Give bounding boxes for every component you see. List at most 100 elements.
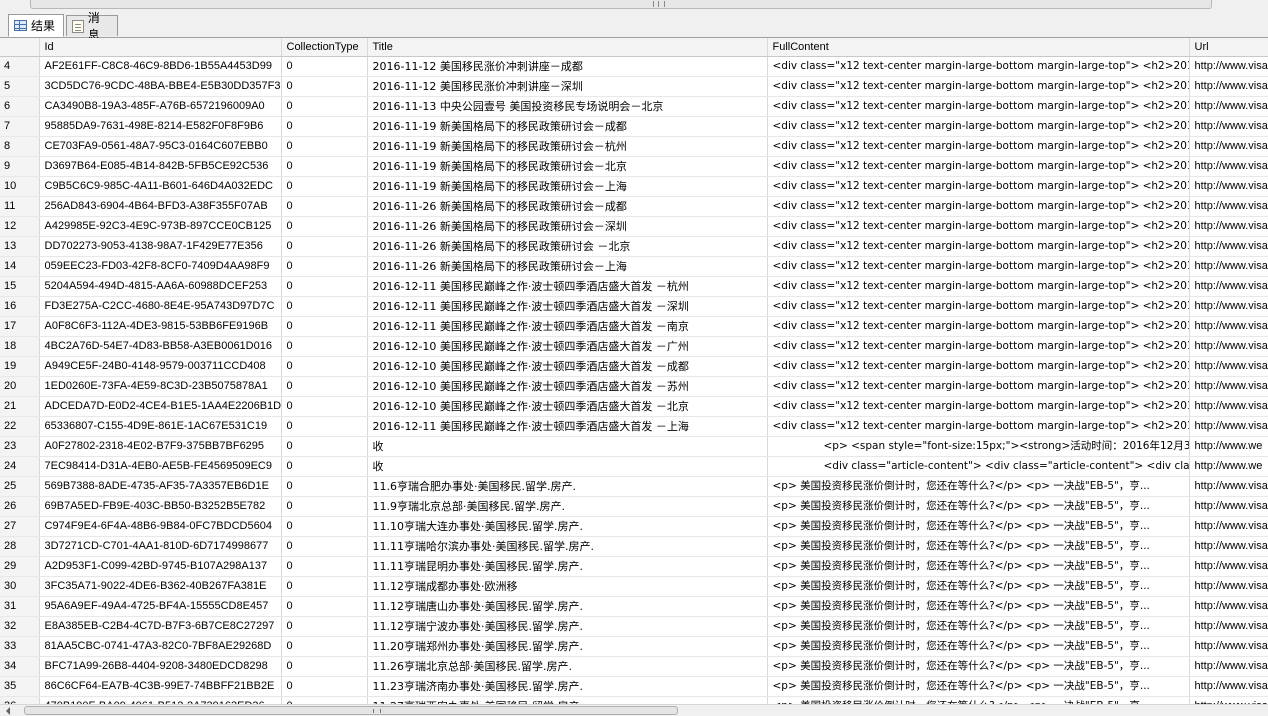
- full-content-cell[interactable]: <div class="x12 text-center margin-large…: [767, 196, 1190, 217]
- url-cell[interactable]: http://www.visa: [1189, 56, 1268, 77]
- title-cell[interactable]: 11.11亨瑞哈尔滨办事处·美国移民.留学.房产.: [367, 536, 768, 557]
- url-cell[interactable]: http://www.visa: [1189, 536, 1268, 557]
- id-cell[interactable]: A949CE5F-24B0-4148-9579-003711CCD408: [39, 356, 282, 377]
- table-row[interactable]: 24 7EC98414-D31A-4EB0-AE5B-FE4569509EC9 0 收…: [0, 456, 1268, 477]
- table-row[interactable]: 17 A0F8C6F3-112A-4DE3-9815-53BB6FE9196B 0 2…: [0, 316, 1268, 337]
- collection-type-cell[interactable]: 0: [281, 436, 368, 457]
- title-cell[interactable]: 2016-12-10 美国移民巅峰之作·波士顿四季酒店盛大首发 －苏州: [367, 376, 768, 397]
- full-content-cell[interactable]: <p> 美国投资移民涨价倒计时，您还在等什么?</p> <p> 一决战"EB-5…: [767, 496, 1190, 517]
- full-content-cell[interactable]: <div class="x12 text-center margin-large…: [767, 76, 1190, 97]
- collection-type-cell[interactable]: 0: [281, 136, 368, 157]
- url-cell[interactable]: http://www.visa: [1189, 696, 1268, 704]
- collection-type-cell[interactable]: 0: [281, 496, 368, 517]
- row-number-cell[interactable]: 36: [0, 696, 40, 704]
- full-content-cell[interactable]: <div class="article-content"> <div class…: [767, 456, 1190, 477]
- table-row[interactable]: 15 5204A594-494D-4815-AA6A-60988DCEF253 0 2…: [0, 276, 1268, 297]
- table-row[interactable]: 31 95A6A9EF-49A4-4725-BF4A-15555CD8E457 0 1…: [0, 596, 1268, 617]
- url-cell[interactable]: http://www.visa: [1189, 396, 1268, 417]
- full-content-cell[interactable]: <div class="x12 text-center margin-large…: [767, 176, 1190, 197]
- table-row[interactable]: 6 CA3490B8-19A3-485F-A76B-6572196009A0 0 20…: [0, 96, 1268, 117]
- collection-type-cell[interactable]: 0: [281, 216, 368, 237]
- id-cell[interactable]: 059EEC23-FD03-42F8-8CF0-7409D4AA98F9: [39, 256, 282, 277]
- title-cell[interactable]: 2016-12-11 美国移民巅峰之作·波士顿四季酒店盛大首发 －南京: [367, 316, 768, 337]
- full-content-cell[interactable]: <div class="x12 text-center margin-large…: [767, 156, 1190, 177]
- url-cell[interactable]: http://www.visa: [1189, 276, 1268, 297]
- title-cell[interactable]: 2016-12-11 美国移民巅峰之作·波士顿四季酒店盛大首发 －深圳: [367, 296, 768, 317]
- title-cell[interactable]: 2016-11-19 新美国格局下的移民政策研讨会－杭州: [367, 136, 768, 157]
- title-cell[interactable]: 2016-12-10 美国移民巅峰之作·波士顿四季酒店盛大首发 －北京: [367, 396, 768, 417]
- row-number-cell[interactable]: 19: [0, 356, 40, 377]
- scrollbar-thumb[interactable]: [24, 706, 678, 715]
- full-content-cell[interactable]: <p> 美国投资移民涨价倒计时，您还在等什么?</p> <p> 一决战"EB-5…: [767, 656, 1190, 677]
- table-row[interactable]: 27 C974F9E4-6F4A-48B6-9B84-0FC7BDCD5604 0 1…: [0, 516, 1268, 537]
- column-header-url[interactable]: Url: [1189, 38, 1268, 57]
- collection-type-cell[interactable]: 0: [281, 156, 368, 177]
- table-row[interactable]: 22 65336807-C155-4D9E-861E-1AC67E531C19 0 2…: [0, 416, 1268, 437]
- table-row[interactable]: 19 A949CE5F-24B0-4148-9579-003711CCD408 0 2…: [0, 356, 1268, 377]
- row-number-cell[interactable]: 18: [0, 336, 40, 357]
- row-number-cell[interactable]: 35: [0, 676, 40, 697]
- id-cell[interactable]: FD3E275A-C2CC-4680-8E4E-95A743D97D7C: [39, 296, 282, 317]
- id-cell[interactable]: 256AD843-6904-4B64-BFD3-A38F355F07AB: [39, 196, 282, 217]
- results-grid[interactable]: Id CollectionType Title FullContent Url …: [0, 38, 1268, 704]
- row-number-cell[interactable]: 22: [0, 416, 40, 437]
- title-cell[interactable]: 11.26亨瑞北京总部·美国移民.留学.房产.: [367, 656, 768, 677]
- scroll-left-arrow-icon[interactable]: [6, 707, 10, 715]
- id-cell[interactable]: 3FC35A71-9022-4DE6-B362-40B267FA381E: [39, 576, 282, 597]
- url-cell[interactable]: http://www.visa: [1189, 316, 1268, 337]
- id-cell[interactable]: 4BC2A76D-54E7-4D83-BB58-A3EB0061D016: [39, 336, 282, 357]
- table-row[interactable]: 30 3FC35A71-9022-4DE6-B362-40B267FA381E 0 1…: [0, 576, 1268, 597]
- row-number-cell[interactable]: 13: [0, 236, 40, 257]
- id-cell[interactable]: 3D7271CD-C701-4AA1-810D-6D7174998677: [39, 536, 282, 557]
- id-cell[interactable]: D3697B64-E085-4B14-842B-5FB5CE92C536: [39, 156, 282, 177]
- url-cell[interactable]: http://www.we: [1189, 456, 1268, 477]
- id-cell[interactable]: 95A6A9EF-49A4-4725-BF4A-15555CD8E457: [39, 596, 282, 617]
- row-number-cell[interactable]: 33: [0, 636, 40, 657]
- url-cell[interactable]: http://www.visa: [1189, 96, 1268, 117]
- id-cell[interactable]: E8A385EB-C2B4-4C7D-B7F3-6B7CE8C27297: [39, 616, 282, 637]
- table-row[interactable]: 28 3D7271CD-C701-4AA1-810D-6D7174998677 0 1…: [0, 536, 1268, 557]
- title-cell[interactable]: 11.20亨瑞郑州办事处·美国移民.留学.房产.: [367, 636, 768, 657]
- row-number-cell[interactable]: 25: [0, 476, 40, 497]
- full-content-cell[interactable]: <p> <span style="font-size:15px;"><stron…: [767, 436, 1190, 457]
- collection-type-cell[interactable]: 0: [281, 276, 368, 297]
- full-content-cell[interactable]: <div class="x12 text-center margin-large…: [767, 236, 1190, 257]
- collection-type-cell[interactable]: 0: [281, 596, 368, 617]
- title-cell[interactable]: 11.23亨瑞济南办事处·美国移民.留学.房产.: [367, 676, 768, 697]
- collection-type-cell[interactable]: 0: [281, 296, 368, 317]
- full-content-cell[interactable]: <p> 美国投资移民涨价倒计时，您还在等什么?</p> <p> 一决战"EB-5…: [767, 636, 1190, 657]
- url-cell[interactable]: http://www.visa: [1189, 76, 1268, 97]
- table-row[interactable]: 34 BFC71A99-26B8-4404-9208-3480EDCD8298 0 1…: [0, 656, 1268, 677]
- id-cell[interactable]: A2D953F1-C099-42BD-9745-B107A298A137: [39, 556, 282, 577]
- url-cell[interactable]: http://www.visa: [1189, 476, 1268, 497]
- table-row[interactable]: 33 81AA5CBC-0741-47A3-82C0-7BF8AE29268D 0 1…: [0, 636, 1268, 657]
- title-cell[interactable]: 11.11亨瑞昆明办事处·美国移民.留学.房产.: [367, 556, 768, 577]
- table-row[interactable]: 35 86C6CF64-EA7B-4C3B-99E7-74BBFF21BB2E 0 1…: [0, 676, 1268, 697]
- row-number-cell[interactable]: 16: [0, 296, 40, 317]
- id-cell[interactable]: C974F9E4-6F4A-48B6-9B84-0FC7BDCD5604: [39, 516, 282, 537]
- collection-type-cell[interactable]: 0: [281, 696, 368, 704]
- id-cell[interactable]: BFC71A99-26B8-4404-9208-3480EDCD8298: [39, 656, 282, 677]
- row-number-cell[interactable]: 14: [0, 256, 40, 277]
- table-row[interactable]: 7 95885DA9-7631-498E-8214-E582F0F8F9B6 0 20…: [0, 116, 1268, 137]
- full-content-cell[interactable]: <p> 美国投资移民涨价倒计时，您还在等什么?</p> <p> 一决战"EB-5…: [767, 616, 1190, 637]
- row-number-cell[interactable]: 6: [0, 96, 40, 117]
- column-header-title[interactable]: Title: [367, 38, 768, 57]
- table-row[interactable]: 8 CE703FA9-0561-48A7-95C3-0164C607EBB0 0 20…: [0, 136, 1268, 157]
- column-header-id[interactable]: Id: [39, 38, 282, 57]
- full-content-cell[interactable]: <div class="x12 text-center margin-large…: [767, 256, 1190, 277]
- collection-type-cell[interactable]: 0: [281, 616, 368, 637]
- row-number-cell[interactable]: 9: [0, 156, 40, 177]
- full-content-cell[interactable]: <p> 美国投资移民涨价倒计时，您还在等什么?</p> <p> 一决战"EB-5…: [767, 516, 1190, 537]
- url-cell[interactable]: http://www.visa: [1189, 636, 1268, 657]
- collection-type-cell[interactable]: 0: [281, 76, 368, 97]
- table-row[interactable]: 20 1ED0260E-73FA-4E59-8C3D-23B5075878A1 0 2…: [0, 376, 1268, 397]
- id-cell[interactable]: C9B5C6C9-985C-4A11-B601-646D4A032EDC: [39, 176, 282, 197]
- title-cell[interactable]: 2016-11-26 新美国格局下的移民政策研讨会－上海: [367, 256, 768, 277]
- row-number-cell[interactable]: 31: [0, 596, 40, 617]
- table-row[interactable]: 4 AF2E61FF-C8C8-46C9-8BD6-1B55A4453D99 0 20…: [0, 56, 1268, 77]
- row-number-cell[interactable]: 21: [0, 396, 40, 417]
- table-row[interactable]: 36470B190F-BA09-4061-B512-2A739163ED3601…: [0, 696, 1268, 704]
- title-cell[interactable]: 2016-11-26 新美国格局下的移民政策研讨会－成都: [367, 196, 768, 217]
- url-cell[interactable]: http://www.visa: [1189, 256, 1268, 277]
